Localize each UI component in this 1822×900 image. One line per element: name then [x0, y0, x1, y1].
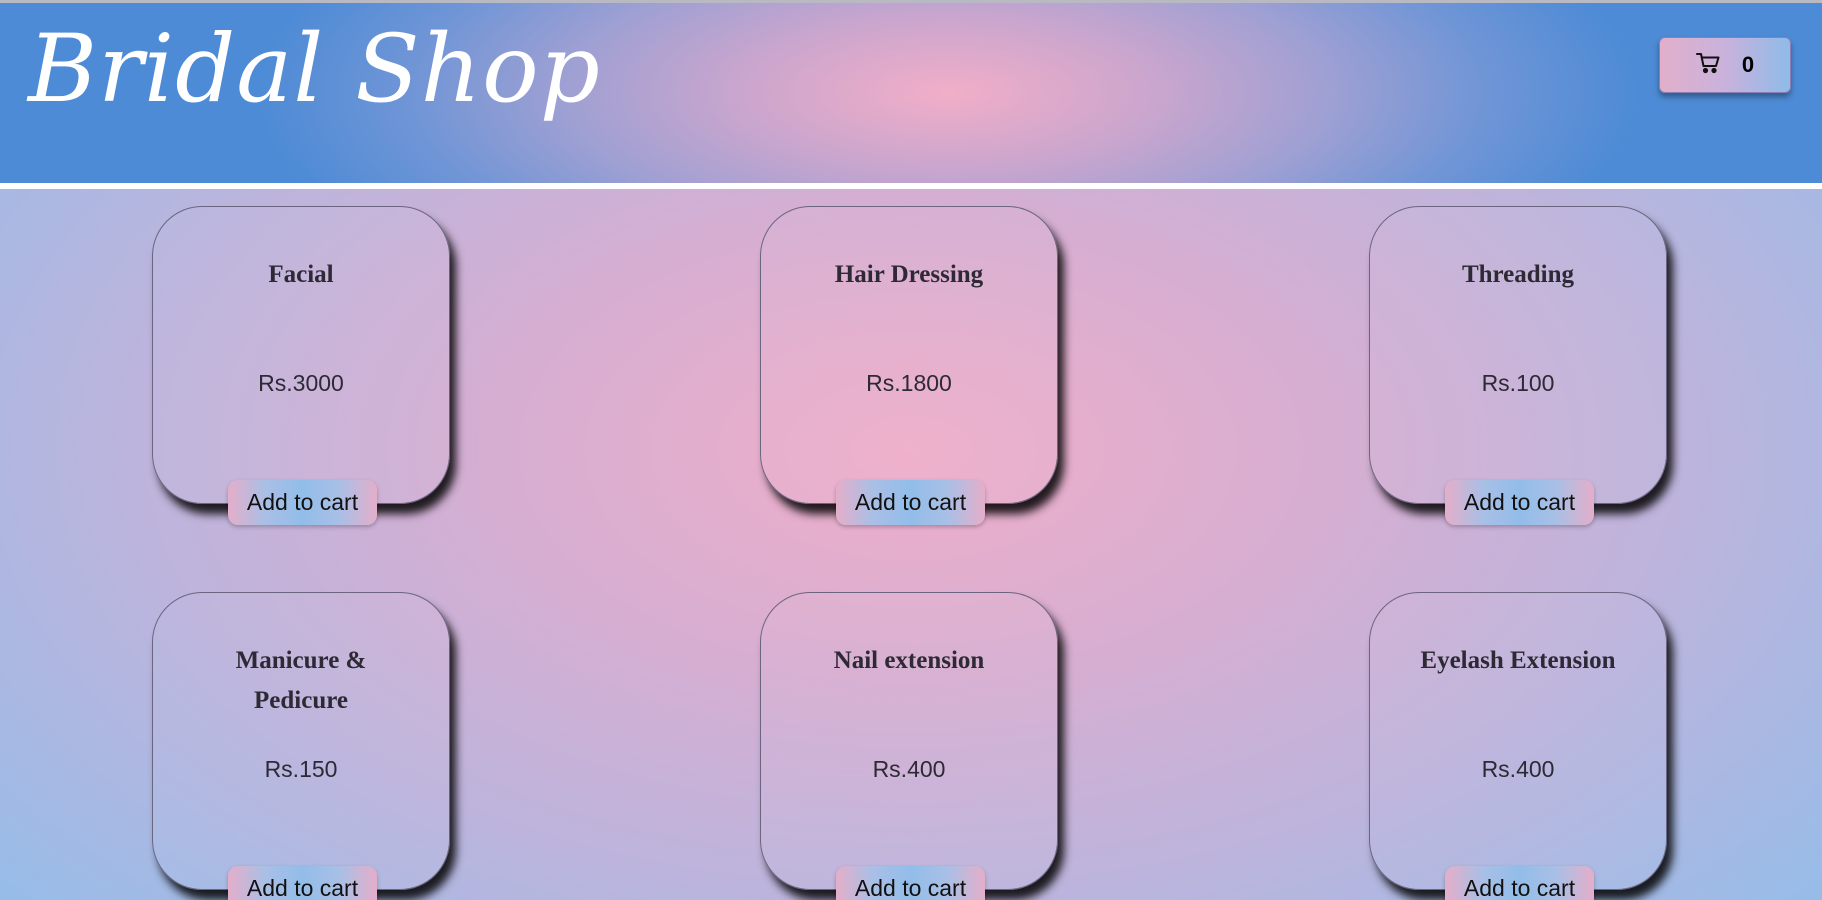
service-price: Rs.400: [1481, 756, 1555, 782]
cart-icon: [1695, 52, 1720, 79]
service-card-nail-extension: Nail extension Rs.400 Add to cart: [760, 592, 1058, 900]
service-price: Rs.1800: [866, 370, 952, 396]
service-price: Rs.100: [1481, 370, 1555, 396]
service-card-eyelash-extension: Eyelash Extension Rs.400 Add to cart: [1369, 592, 1667, 900]
cart-count: 0: [1741, 52, 1755, 77]
service-card-manicure-pedicure: Manicure & Pedicure Rs.150 Add to cart: [152, 592, 450, 900]
service-name: Facial: [268, 261, 334, 288]
add-to-cart-button[interactable]: Add to cart: [1445, 480, 1594, 525]
service-card-facial: Facial Rs.3000 Add to cart: [152, 206, 450, 525]
add-to-cart-button[interactable]: Add to cart: [836, 480, 985, 525]
cart-button[interactable]: 0: [1659, 37, 1791, 93]
service-name: Nail extension: [833, 647, 985, 674]
service-card-hair-dressing: Hair Dressing Rs.1800 Add to cart: [760, 206, 1058, 525]
site-header: Bridal Shop 0: [0, 3, 1822, 183]
service-price: Rs.150: [264, 756, 338, 782]
add-to-cart-button[interactable]: Add to cart: [228, 480, 377, 525]
service-price: Rs.3000: [258, 370, 344, 396]
add-to-cart-button[interactable]: Add to cart: [836, 866, 985, 900]
add-to-cart-button[interactable]: Add to cart: [228, 866, 377, 900]
add-to-cart-button[interactable]: Add to cart: [1445, 866, 1594, 900]
brand-logo[interactable]: Bridal Shop: [28, 23, 601, 117]
service-name: Hair Dressing: [834, 261, 984, 288]
service-card-threading: Threading Rs.100 Add to cart: [1369, 206, 1667, 525]
service-name: Threading: [1461, 261, 1575, 288]
service-price: Rs.400: [872, 756, 946, 782]
header-divider: [0, 183, 1822, 189]
service-name: Manicure & Pedicure: [235, 647, 367, 714]
service-name: Eyelash Extension: [1420, 647, 1616, 674]
